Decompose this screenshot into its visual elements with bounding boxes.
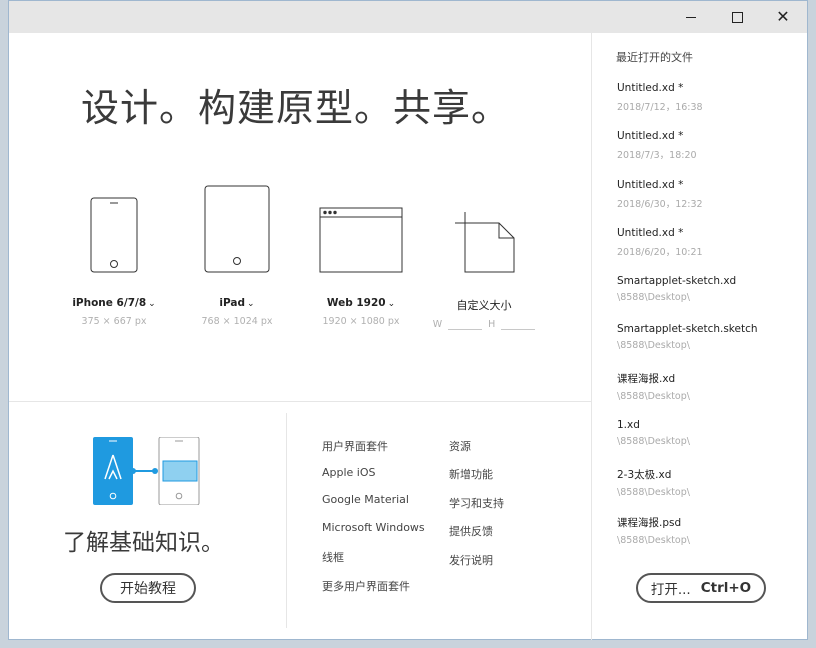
recent-file-item[interactable]: 2-3太极.xd \8588\Desktop\ [617,467,690,498]
minimize-icon [686,16,696,18]
minimize-button[interactable] [668,1,714,33]
section-divider [9,401,591,402]
recent-file-item[interactable]: Untitled.xd * 2018/6/20，10:21 [617,227,703,258]
recent-files-sidebar: 最近打开的文件 Untitled.xd * 2018/7/12，16:38 Un… [591,33,808,640]
recent-file-item[interactable]: Untitled.xd * 2018/7/3，18:20 [617,130,697,161]
recent-file-item[interactable]: Untitled.xd * 2018/6/30，12:32 [617,179,703,210]
preset-web[interactable]: Web 1920 ⌄ 1920 × 1080 px [306,173,416,327]
link-release-notes[interactable]: 发行说明 [449,552,493,568]
height-label: H [488,319,496,330]
open-button-label: 打开... [650,582,691,598]
maximize-icon [731,11,743,23]
recent-file-name[interactable]: 1.xd [617,419,690,431]
recent-file-meta: 2018/7/12，16:38 [617,102,703,113]
recent-file-name[interactable]: 课程海报.psd [617,515,690,530]
resources-heading[interactable]: 资源 [449,438,471,454]
preset-name[interactable]: iPad ⌄ [182,297,292,309]
recent-file-item[interactable]: 课程海报.xd \8588\Desktop\ [617,371,690,402]
recent-file-name[interactable]: Untitled.xd * [617,130,697,142]
open-file-button[interactable]: 打开... Ctrl+O [636,573,766,603]
tutorial-illustration-icon [93,437,200,505]
maximize-button[interactable] [714,1,760,33]
preset-name[interactable]: Web 1920 ⌄ [306,297,416,309]
main-panel: 设计。构建原型。共享。 iPhone 6/7/8⌄ 375 × 667 px [9,33,591,640]
close-button[interactable]: ✕ [760,1,806,33]
recent-file-meta: 2018/6/20，10:21 [617,247,703,258]
recent-file-name[interactable]: Untitled.xd * [617,82,703,94]
recent-file-meta: \8588\Desktop\ [617,340,690,351]
chevron-down-icon: ⌄ [387,299,396,309]
recent-file-name[interactable]: Untitled.xd * [617,227,703,239]
recent-file-meta: \8588\Desktop\ [617,292,690,303]
learn-basics-title: 了解基础知识。 [63,530,224,556]
link-apple-ios[interactable]: Apple iOS [322,466,376,479]
custom-document-icon [455,212,515,273]
custom-size-label: 自定义大小 [456,299,512,312]
link-learn-support[interactable]: 学习和支持 [449,495,504,511]
recent-file-meta: \8588\Desktop\ [617,436,690,447]
chevron-down-icon: ⌄ [148,299,156,309]
recent-files-title: 最近打开的文件 [616,51,693,64]
recent-file-meta: \8588\Desktop\ [617,535,690,546]
browser-window-icon [319,207,403,273]
recent-file-meta: 2018/6/30，12:32 [617,199,703,210]
width-label: W [432,319,443,330]
recent-file-item[interactable]: 1.xd \8588\Desktop\ [617,419,690,447]
ui-kits-heading[interactable]: 用户界面套件 [322,438,388,454]
recent-file-item[interactable]: Smartapplet-sketch.xd \8588\Desktop\ [617,275,736,303]
recent-file-name[interactable]: 2-3太极.xd [617,467,690,482]
recent-file-item[interactable]: 课程海报.psd \8588\Desktop\ [617,515,690,546]
open-shortcut-label: Ctrl+O [700,580,752,596]
preset-size: 375 × 667 px [81,316,147,327]
recent-file-name[interactable]: Smartapplet-sketch.sketch [617,323,758,335]
close-icon: ✕ [776,7,790,26]
start-tutorial-button[interactable]: 开始教程 [100,573,196,603]
width-input[interactable] [448,319,483,330]
link-google-material[interactable]: Google Material [322,493,409,506]
recent-file-item[interactable]: Smartapplet-sketch.sketch \8588\Desktop\ [617,323,758,351]
recent-file-meta: \8588\Desktop\ [617,487,690,498]
preset-custom[interactable]: 自定义大小 W H [429,173,539,330]
link-microsoft-windows[interactable]: Microsoft Windows [322,521,425,534]
recent-file-meta: 2018/7/3，18:20 [617,150,697,161]
tablet-icon [204,185,270,273]
chevron-down-icon: ⌄ [247,299,255,309]
start-screen-window: ✕ 设计。构建原型。共享。 iPhone 6/7/8 ⌄ 375 × 667 px [8,0,808,640]
link-more-ui-kits[interactable]: 更多用户界面套件 [322,578,410,594]
recent-file-name[interactable]: Smartapplet-sketch.xd [617,275,736,287]
recent-file-name[interactable]: 课程海报.xd [617,371,690,386]
height-input[interactable] [501,319,536,330]
preset-size: 1920 × 1080 px [322,316,400,327]
phone-icon [90,197,138,273]
link-feedback[interactable]: 提供反馈 [449,523,493,539]
link-wireframe[interactable]: 线框 [322,549,344,565]
preset-name[interactable]: iPhone 6/7/8 ⌄ [59,297,169,309]
recent-file-item[interactable]: Untitled.xd * 2018/7/12，16:38 [617,82,703,113]
recent-file-name[interactable]: Untitled.xd * [617,179,703,191]
preset-size: 768 × 1024 px [201,316,273,327]
preset-iphone[interactable]: iPhone 6/7/8 ⌄ 375 × 667 px [59,173,169,327]
preset-ipad[interactable]: iPad ⌄ 768 × 1024 px [182,173,292,327]
link-whats-new[interactable]: 新增功能 [449,466,493,482]
recent-file-meta: \8588\Desktop\ [617,391,690,402]
page-title: 设计。构建原型。共享。 [81,86,511,130]
column-divider [286,413,287,628]
title-bar: ✕ [9,1,807,33]
